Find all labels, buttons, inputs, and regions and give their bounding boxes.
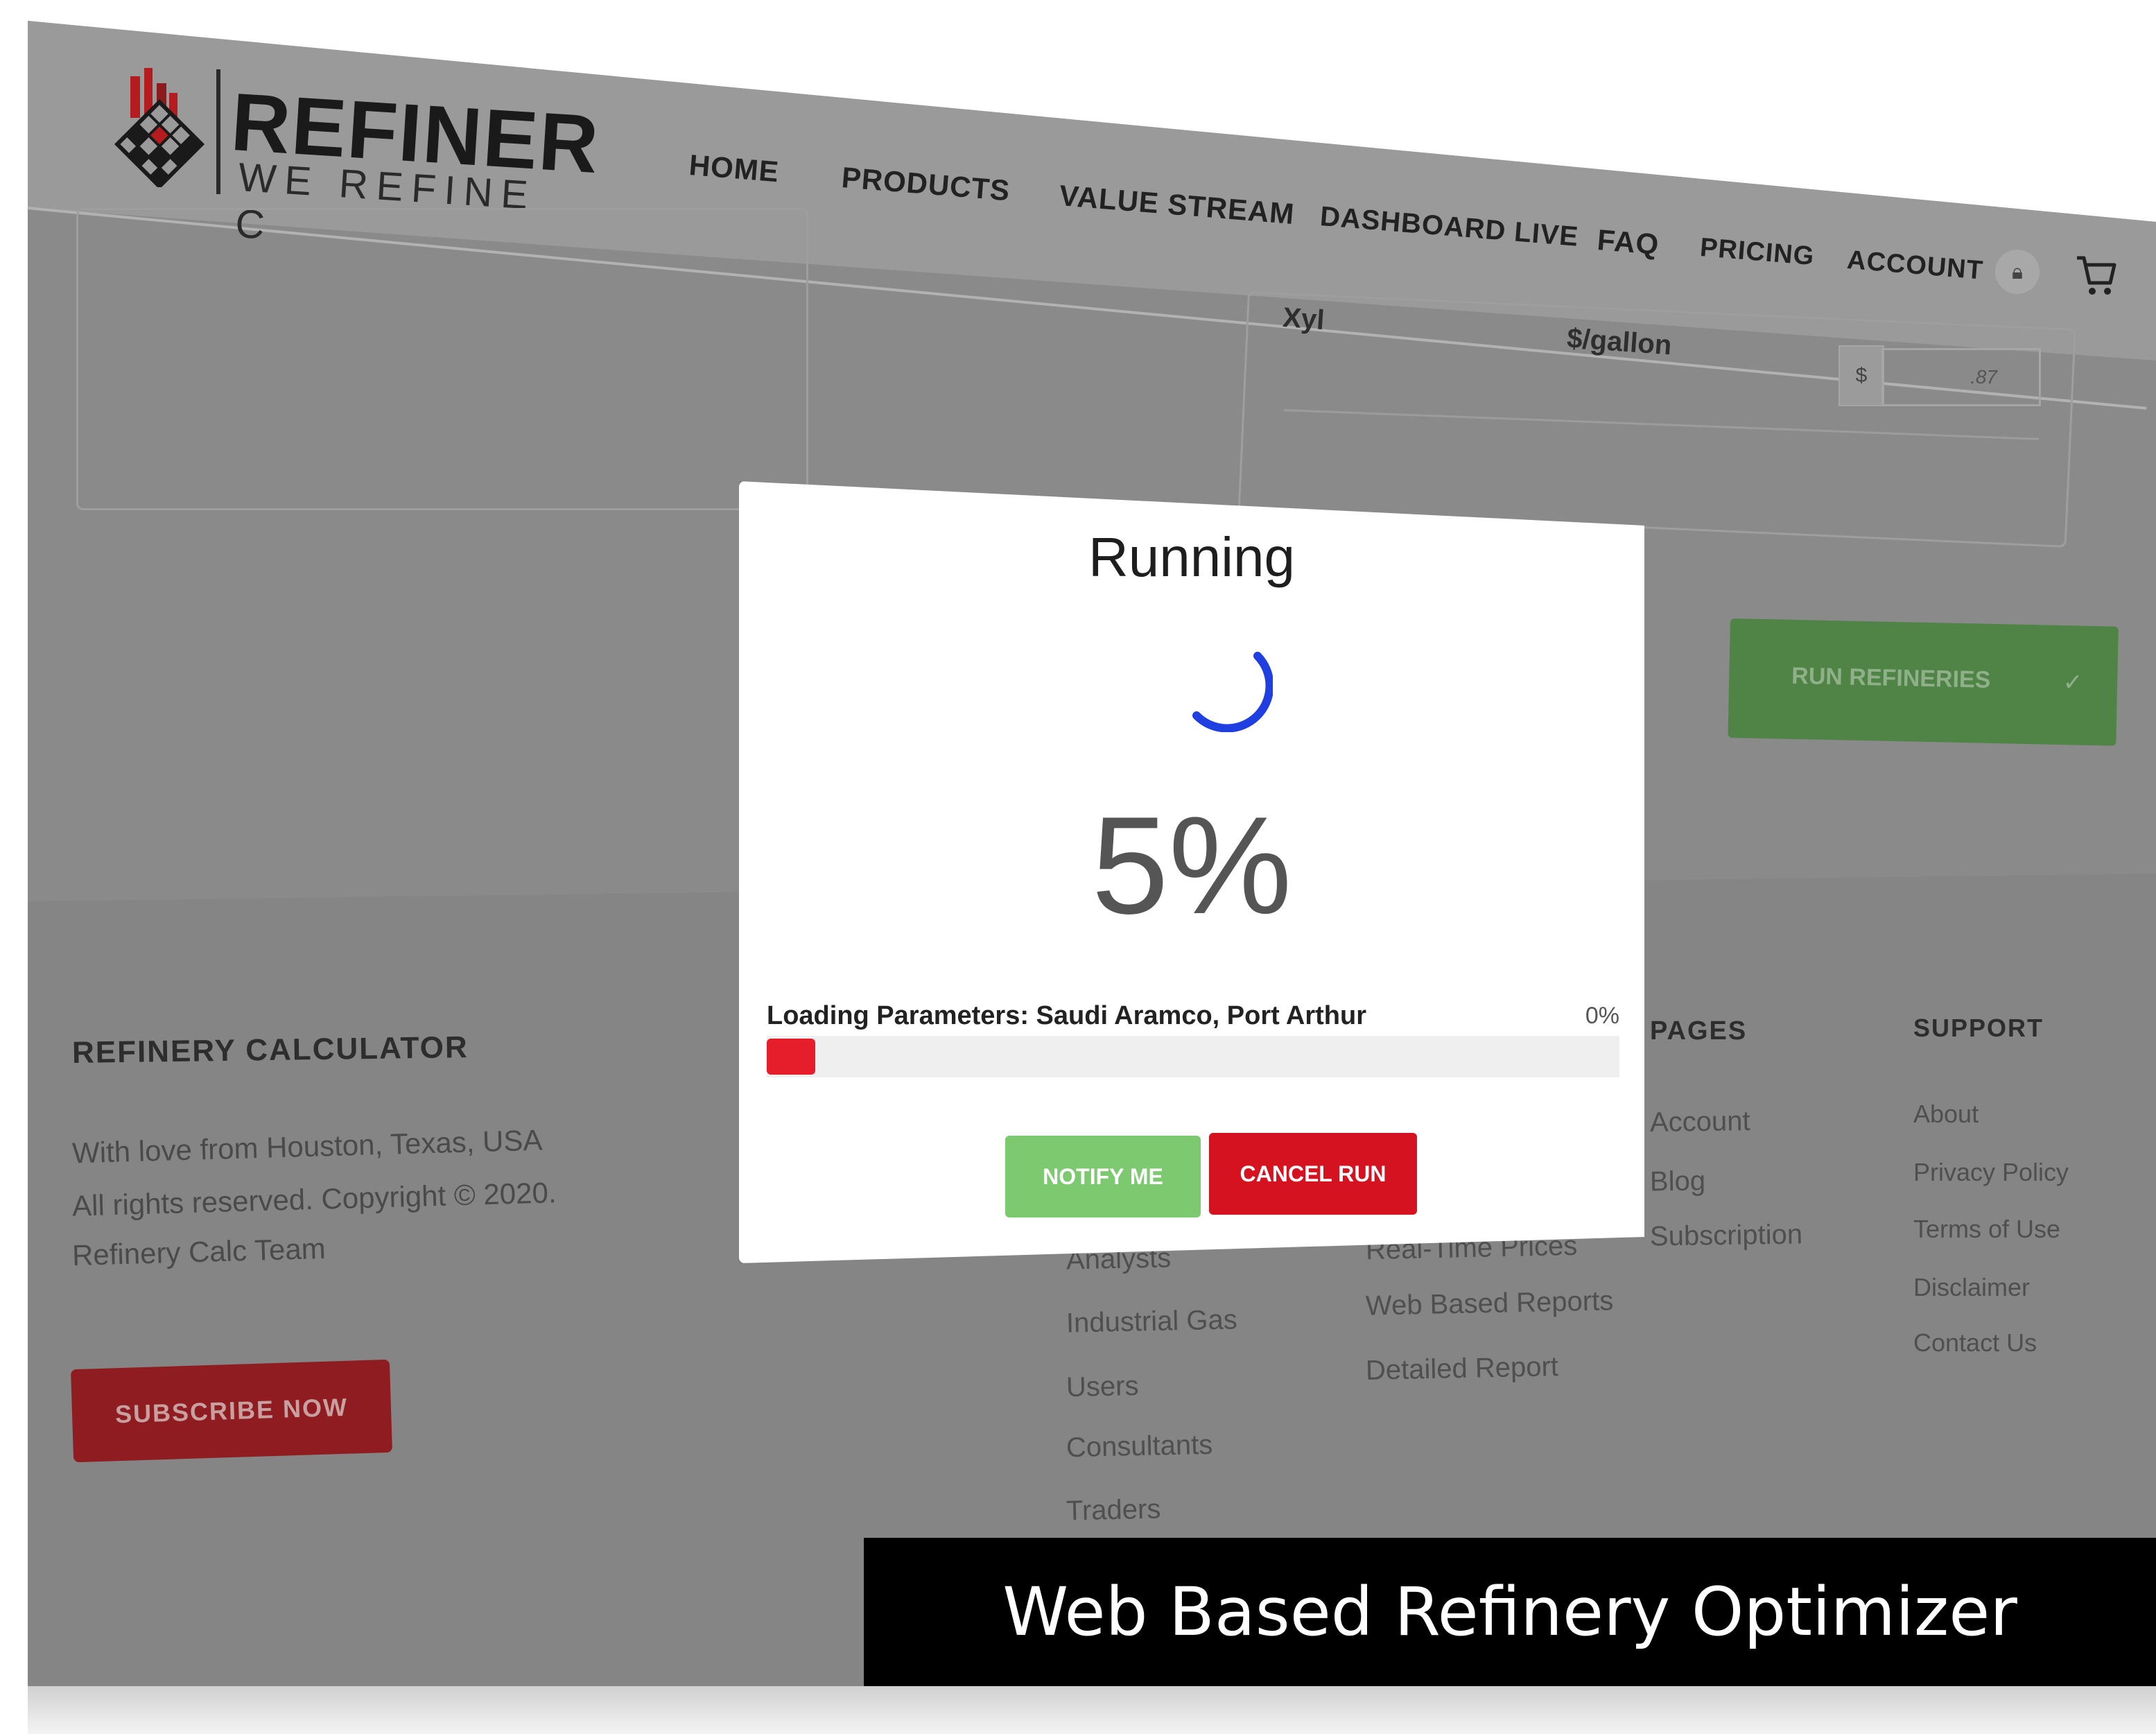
modal-title: Running: [1088, 526, 1295, 588]
footer-link[interactable]: Consultants: [1066, 1430, 1213, 1464]
loading-status-label: Loading Parameters: Saudi Aramco, Port A…: [767, 1001, 1367, 1030]
logo-divider: [216, 69, 220, 194]
footer-link[interactable]: Privacy Policy: [1913, 1158, 2069, 1187]
progress-percent: 5%: [1091, 788, 1292, 943]
footer-about-line: Refinery Calc Team: [71, 1231, 327, 1272]
notify-me-button[interactable]: NOTIFY ME: [1005, 1136, 1201, 1217]
lock-icon[interactable]: 🔒︎: [1995, 250, 2040, 294]
check-icon: ✓: [2062, 668, 2083, 697]
param-name: Xyl: [1281, 302, 1325, 336]
progress-bar: [767, 1036, 1619, 1077]
footer-link[interactable]: About: [1913, 1100, 1979, 1129]
progress-bar-fill: [767, 1039, 815, 1075]
footer-link[interactable]: Web Based Reports: [1366, 1285, 1614, 1321]
nav-faq[interactable]: FAQ: [1596, 223, 1660, 261]
run-refineries-label: RUN REFINERIES: [1791, 662, 1991, 693]
cancel-run-button[interactable]: CANCEL RUN: [1209, 1133, 1417, 1215]
refinery-logo-icon: [114, 68, 205, 187]
footer-pages-heading: PAGES: [1650, 1016, 1748, 1046]
loading-status-percent: 0%: [1585, 1003, 1619, 1029]
running-modal: Running 5% Loading Parameters: Saudi Ara…: [739, 481, 1644, 1263]
footer-link[interactable]: Disclaimer: [1913, 1273, 2030, 1302]
footer-link[interactable]: Account: [1650, 1106, 1750, 1138]
footer-link[interactable]: Industrial Gas: [1066, 1304, 1238, 1339]
subscribe-button[interactable]: SUBSCRIBE NOW: [71, 1359, 392, 1463]
footer-support-heading: SUPPORT: [1913, 1014, 2044, 1042]
param-value-input[interactable]: .87: [1881, 348, 2041, 406]
cart-icon[interactable]: [2074, 250, 2119, 298]
caption-banner: Web Based Refinery Optimizer: [864, 1538, 2156, 1686]
loading-spinner-icon: [1192, 652, 1273, 732]
product-screenshot: REFINER WE REFINE C HOME PRODUCTS VALUE …: [0, 0, 2156, 1734]
footer-link[interactable]: Users: [1066, 1371, 1139, 1403]
footer-link[interactable]: Subscription: [1650, 1219, 1803, 1252]
footer-link[interactable]: Terms of Use: [1913, 1215, 2060, 1244]
content-card: [76, 208, 808, 510]
footer-link[interactable]: Traders: [1066, 1494, 1161, 1527]
run-refineries-button[interactable]: RUN REFINERIES ✓: [1728, 618, 2119, 746]
footer-link[interactable]: Detailed Report: [1366, 1351, 1559, 1387]
footer-brand-heading: REFINERY CALCULATOR: [71, 1030, 469, 1070]
footer-link[interactable]: Contact Us: [1913, 1328, 2037, 1358]
footer-link[interactable]: Blog: [1650, 1165, 1706, 1197]
currency-addon: $: [1838, 345, 1884, 406]
reflection: [28, 1686, 2156, 1734]
nav-home[interactable]: HOME: [688, 148, 780, 189]
